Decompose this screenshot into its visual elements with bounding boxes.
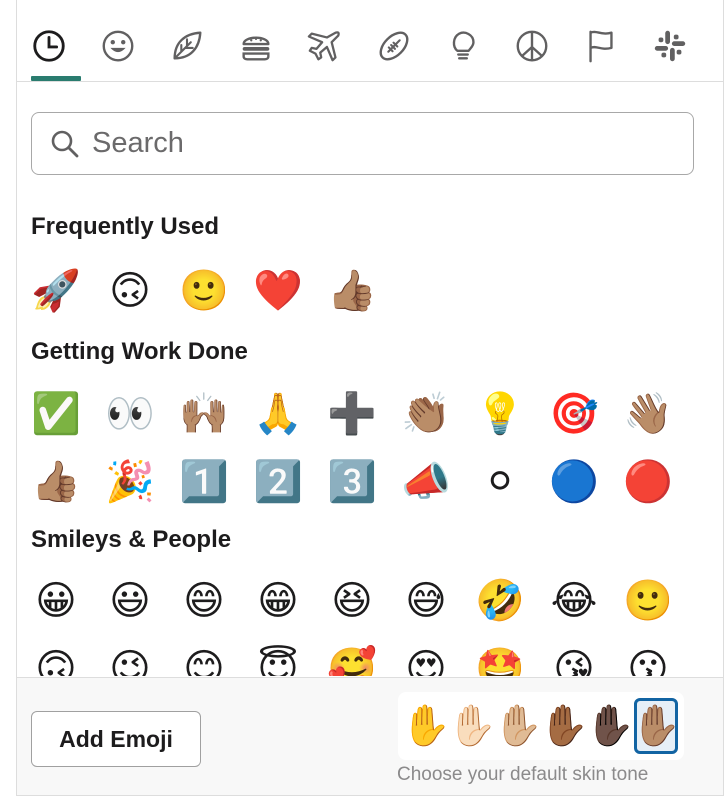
emoji-sweat-smile[interactable]: 😅 [399,574,453,628]
emoji-smiling-hearts[interactable]: 🥰 [325,642,379,676]
section-title-frequent: Frequently Used [31,213,220,240]
skin-tone-medium-light[interactable]: ✋🏼 [493,698,543,754]
emoji-tada[interactable]: 🎉 [103,455,157,509]
skin-tone-medium[interactable]: ✋🏽 [631,698,681,754]
emoji-list[interactable]: Frequently Used 🚀 🙃 🙂 ❤️ 👍🏽 Getting Work… [17,176,723,676]
emoji-eyes[interactable]: 👀 [103,387,157,441]
skin-tone-light[interactable]: ✋🏻 [447,698,497,754]
emoji-kissing-heart[interactable]: 😘 [547,642,601,676]
section-title-smileys: Smileys & People [31,526,232,553]
category-bar [17,0,723,82]
emoji-folded-hands[interactable]: 🙏 [251,387,305,441]
emoji-heart[interactable]: ❤️ [251,264,305,318]
add-emoji-button[interactable]: Add Emoji [31,711,201,767]
skin-tone-medium-dark[interactable]: ✋🏾 [539,698,589,754]
emoji-two[interactable]: 2️⃣ [251,455,305,509]
emoji-smiley[interactable]: 😃 [103,574,157,628]
tab-flags[interactable] [575,20,627,72]
tab-activities[interactable] [368,20,420,72]
emoji-clap[interactable]: 👏🏽 [399,387,453,441]
emoji-joy[interactable]: 😂 [547,574,601,628]
emoji-white-circle[interactable]: ⚪ [473,455,527,509]
emoji-smile[interactable]: 😄 [177,574,231,628]
emoji-star-struck[interactable]: 🤩 [473,642,527,676]
emoji-mega[interactable]: 📣 [399,455,453,509]
tab-symbols[interactable] [506,20,558,72]
burger-icon [242,36,270,61]
football-icon [379,31,409,61]
tab-smileys[interactable] [92,20,144,72]
tab-food[interactable] [230,20,282,72]
emoji-light-bulb[interactable]: 💡 [473,387,527,441]
emoji-laughing[interactable]: 😆 [325,574,379,628]
lightbulb-icon [452,31,475,60]
emoji-rocket[interactable]: 🚀 [29,264,83,318]
emoji-innocent[interactable]: 😇 [251,642,305,676]
skin-tone-selector: ✋ ✋🏻 ✋🏼 ✋🏾 ✋🏿 ✋🏽 [398,692,684,760]
emoji-slightly-smiling-face[interactable]: 🙂 [177,264,231,318]
emoji-picker: Frequently Used 🚀 🙃 🙂 ❤️ 👍🏽 Getting Work… [16,0,724,796]
emoji-grinning[interactable]: 😀 [29,574,83,628]
section-title-work: Getting Work Done [31,338,248,365]
leaf-icon [173,31,202,60]
emoji-blue-circle[interactable]: 🔵 [547,455,601,509]
emoji-wave[interactable]: 👋🏽 [621,387,675,441]
search-input[interactable] [92,121,672,165]
tab-nature[interactable] [161,20,213,72]
emoji-raised-hands[interactable]: 🙌🏽 [177,387,231,441]
emoji-thumbs-up[interactable]: 👍🏽 [325,264,379,318]
emoji-kissing[interactable]: 😗 [621,642,675,676]
peace-icon [516,30,548,62]
skin-tone-dark[interactable]: ✋🏿 [585,698,635,754]
emoji-plus[interactable]: ➕ [325,387,379,441]
emoji-red-circle[interactable]: 🔴 [621,455,675,509]
emoji-one[interactable]: 1️⃣ [177,455,231,509]
picker-footer: Add Emoji ✋ ✋🏻 ✋🏼 ✋🏾 ✋🏿 ✋🏽 Choose your d… [17,677,723,795]
clock-icon [33,30,65,62]
emoji-upside-down-face[interactable]: 🙃 [29,642,83,676]
emoji-heart-eyes[interactable]: 😍 [399,642,453,676]
tab-objects[interactable] [437,20,489,72]
smiley-icon [102,30,134,62]
search-box[interactable] [31,112,694,175]
flag-icon [589,30,613,63]
emoji-thumbs-up[interactable]: 👍🏽 [29,455,83,509]
emoji-blush[interactable]: 😊 [177,642,231,676]
emoji-check-mark[interactable]: ✅ [29,387,83,441]
emoji-rofl[interactable]: 🤣 [473,574,527,628]
skin-tone-default[interactable]: ✋ [401,698,451,754]
slack-logo-icon [654,30,686,62]
search-icon [51,130,79,158]
emoji-dart[interactable]: 🎯 [547,387,601,441]
emoji-upside-down-face[interactable]: 🙃 [103,264,157,318]
airplane-icon [307,31,340,62]
tab-custom[interactable] [644,20,696,72]
emoji-wink[interactable]: 😉 [103,642,157,676]
emoji-slightly-smiling-face[interactable]: 🙂 [621,574,675,628]
emoji-grin[interactable]: 😁 [251,574,305,628]
tab-travel[interactable] [299,20,351,72]
tab-recent[interactable] [23,20,75,72]
skin-tone-hint: Choose your default skin tone [397,764,649,785]
active-tab-indicator [31,76,81,81]
emoji-three[interactable]: 3️⃣ [325,455,379,509]
